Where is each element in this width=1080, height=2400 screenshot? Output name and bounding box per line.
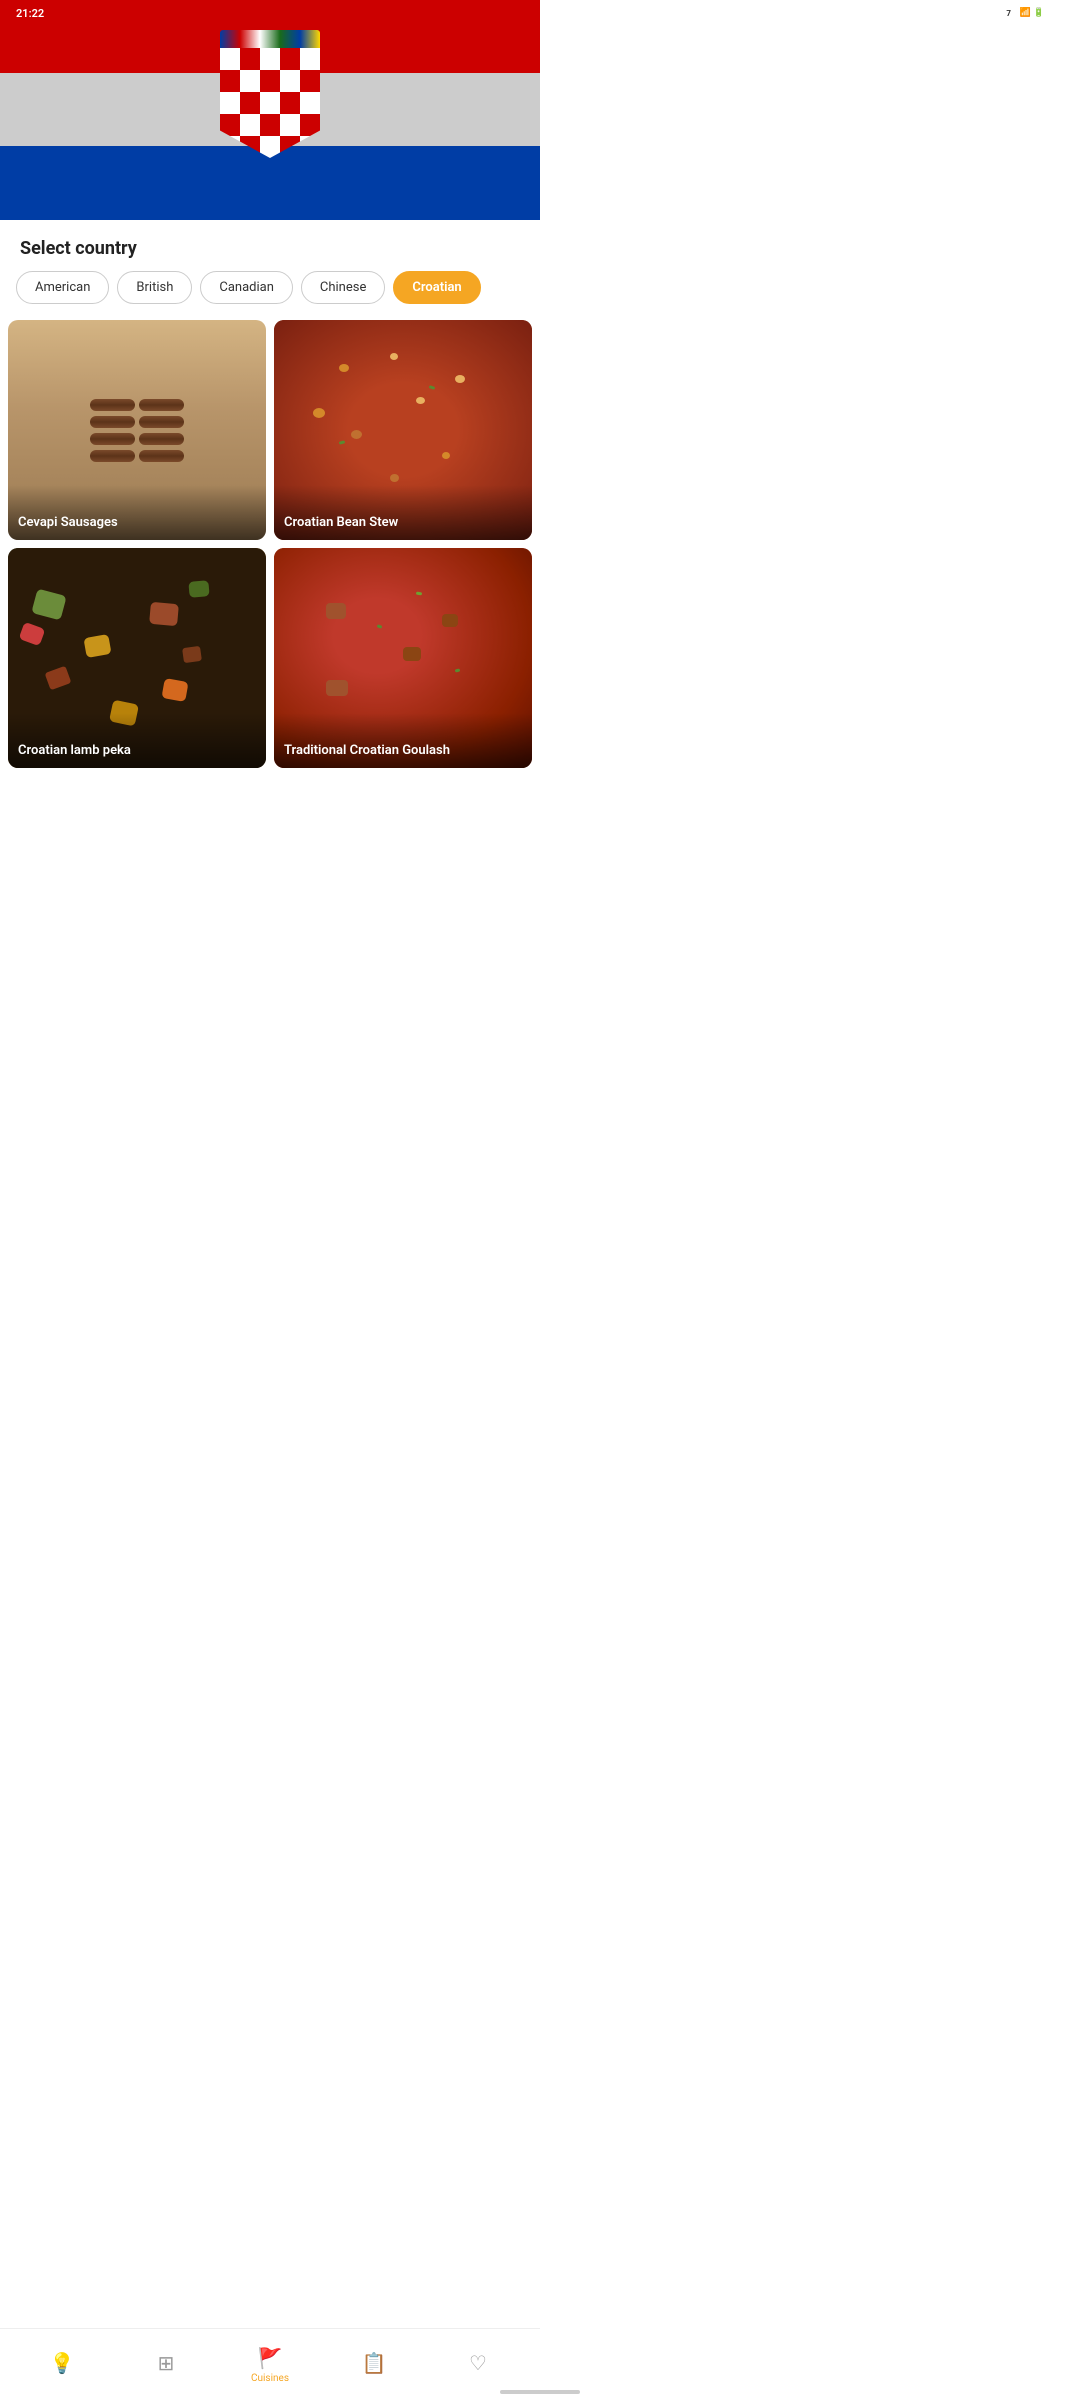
status-bar: 21:22 7 📶 🔋 41% — [0, 0, 1080, 26]
nav-item-planner[interactable]: 📋 — [322, 2351, 426, 2378]
food-card-label-bean-stew: Croatian Bean Stew — [274, 485, 532, 540]
lightbulb-icon: 💡 — [50, 2351, 75, 2375]
pill-canadian[interactable]: Canadian — [200, 271, 293, 304]
nav-item-ideas[interactable]: 💡 — [10, 2351, 114, 2378]
status-icons: 📶 🔋 41% — [1020, 8, 1064, 18]
food-card-bean-stew[interactable]: Croatian Bean Stew — [274, 320, 532, 540]
food-grid: Cevapi Sausages — [0, 320, 540, 776]
pill-american[interactable]: American — [16, 271, 109, 304]
food-card-goulash[interactable]: Traditional Croatian Goulash — [274, 548, 532, 768]
main-content: Select country American British Canadian… — [0, 220, 540, 856]
country-pills-row: American British Canadian Chinese Croati… — [0, 271, 540, 320]
pill-british[interactable]: British — [117, 271, 192, 304]
food-card-cevapi[interactable]: Cevapi Sausages — [8, 320, 266, 540]
nav-item-favorites[interactable]: ♡ — [426, 2351, 530, 2378]
nav-item-categories[interactable]: ⊞ — [114, 2351, 218, 2378]
bottom-handle — [500, 2390, 580, 2394]
flag-hero — [0, 0, 540, 220]
bottom-nav: 💡 ⊞ 🚩 Cuisines 📋 ♡ — [0, 2328, 540, 2400]
food-card-peka[interactable]: Croatian lamb peka — [8, 548, 266, 768]
clipboard-icon: 📋 — [362, 2351, 387, 2375]
food-card-label-cevapi: Cevapi Sausages — [8, 485, 266, 540]
grid-icon: ⊞ — [158, 2351, 175, 2375]
food-card-label-peka: Croatian lamb peka — [8, 713, 266, 768]
pill-chinese[interactable]: Chinese — [301, 271, 385, 304]
select-country-heading: Select country — [0, 220, 540, 271]
heart-icon: ♡ — [469, 2351, 487, 2375]
flag-emblem — [210, 30, 330, 170]
pill-croatian[interactable]: Croatian — [393, 271, 480, 304]
nav-label-cuisines: Cuisines — [251, 2373, 289, 2384]
food-card-label-goulash: Traditional Croatian Goulash — [274, 713, 532, 768]
flag-icon: 🚩 — [258, 2346, 283, 2370]
notification-badge: 7 — [1002, 6, 1016, 20]
nav-item-cuisines[interactable]: 🚩 Cuisines — [218, 2346, 322, 2384]
status-time: 21:22 — [16, 7, 44, 20]
